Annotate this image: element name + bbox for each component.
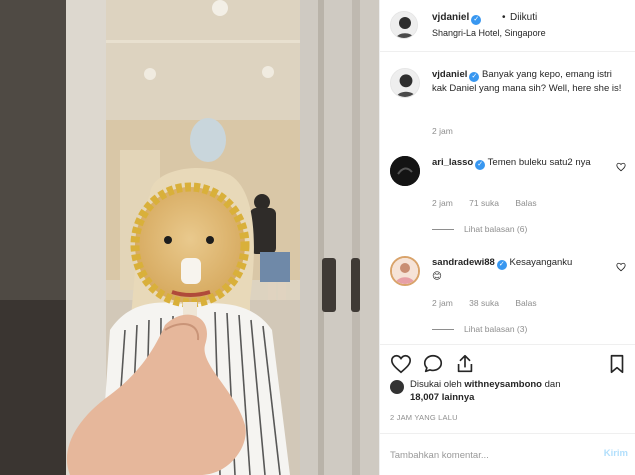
avatar[interactable]: [390, 68, 420, 98]
avatar[interactable]: [390, 156, 420, 186]
comment-time[interactable]: 2 jam: [432, 198, 453, 208]
separator-dot: •: [502, 12, 506, 23]
replies-divider: [432, 229, 454, 231]
likes-count[interactable]: 18,007 lainnya: [410, 392, 474, 403]
view-replies-label[interactable]: Lihat balasan (3): [464, 324, 527, 334]
photo-illustration: [0, 0, 379, 475]
avatar[interactable]: [390, 256, 420, 286]
avatar-image: [391, 12, 417, 38]
liked-by-joiner: dan: [544, 379, 561, 390]
avatar[interactable]: [390, 380, 404, 394]
verified-badge-icon: ✓: [496, 260, 507, 270]
view-replies-label[interactable]: Lihat balasan (6): [464, 224, 527, 234]
comment-text-block: sandradewi88 ✓ Kesayanganku 😊: [432, 256, 622, 283]
avatar-image: [390, 156, 420, 186]
comment-text: Kesayanganku: [509, 257, 573, 268]
reply-button[interactable]: Balas: [515, 198, 536, 208]
bookmark-icon[interactable]: [606, 353, 628, 375]
caption-text-block: vjdaniel ✓ Banyak yang kepo, emang istri …: [432, 68, 622, 95]
verified-badge-icon: ✓: [469, 72, 480, 82]
smiling-emoji: 😊: [432, 271, 442, 282]
avatar-image: [391, 69, 419, 97]
avatar[interactable]: [390, 11, 418, 39]
comment-username[interactable]: sandradewi88: [432, 257, 495, 268]
view-replies-button[interactable]: Lihat balasan (6): [432, 224, 527, 234]
comment-bubble-icon[interactable]: [422, 353, 444, 375]
liked-by-prefix: Disukai oleh: [410, 379, 462, 390]
comment-text-block: ari_lasso ✓ Temen buleku satu2 nya: [432, 156, 622, 170]
liked-by-text: Disukai oleh withneysambono dan 18,007 l…: [410, 378, 600, 404]
heart-icon[interactable]: [616, 162, 626, 172]
comment-username[interactable]: ari_lasso: [432, 157, 473, 168]
comment-text: Temen buleku satu2 nya: [487, 157, 591, 168]
avatar-image: [392, 258, 418, 284]
comment-meta: 2 jam 38 suka Balas: [432, 298, 551, 308]
post-sidebar: vjdaniel ✓ • Diikuti Shangri-La Hotel, Si…: [379, 0, 635, 475]
verified-badge-icon: ✓: [471, 15, 482, 25]
comment-meta: 2 jam 71 suka Balas: [432, 198, 551, 208]
comments-list[interactable]: vjdaniel ✓ Banyak yang kepo, emang istri …: [380, 52, 635, 344]
replies-divider: [432, 329, 454, 331]
liked-by-user[interactable]: withneysambono: [464, 379, 542, 390]
caption-time[interactable]: 2 jam: [432, 126, 453, 136]
comment-likes[interactable]: 71 suka: [469, 198, 499, 208]
view-replies-button[interactable]: Lihat balasan (3): [432, 324, 527, 334]
verified-badge-icon: ✓: [475, 160, 486, 170]
post-timestamp[interactable]: 2 JAM YANG LALU: [390, 413, 458, 422]
share-icon[interactable]: [454, 353, 476, 375]
location-link[interactable]: Shangri-La Hotel, Singapore: [432, 28, 546, 38]
following-button[interactable]: Diikuti: [510, 12, 537, 23]
comment-input[interactable]: [390, 446, 580, 464]
heart-icon[interactable]: [390, 353, 412, 375]
instagram-post-view: vjdaniel ✓ • Diikuti Shangri-La Hotel, Si…: [0, 0, 635, 475]
post-photo[interactable]: [0, 0, 379, 475]
comment-time[interactable]: 2 jam: [432, 298, 453, 308]
username-text[interactable]: vjdaniel: [432, 12, 469, 23]
heart-icon[interactable]: [616, 262, 626, 272]
post-header: vjdaniel ✓ • Diikuti Shangri-La Hotel, Si…: [380, 0, 635, 52]
post-author-username[interactable]: vjdaniel ✓: [432, 12, 482, 25]
caption-username[interactable]: vjdaniel: [432, 69, 467, 80]
post-comment-button[interactable]: Kirim: [604, 448, 628, 459]
reply-button[interactable]: Balas: [515, 298, 536, 308]
post-actions-bar: [380, 344, 635, 380]
add-comment-bar: Kirim: [380, 433, 635, 475]
caption-meta: 2 jam: [432, 126, 467, 136]
comment-likes[interactable]: 38 suka: [469, 298, 499, 308]
